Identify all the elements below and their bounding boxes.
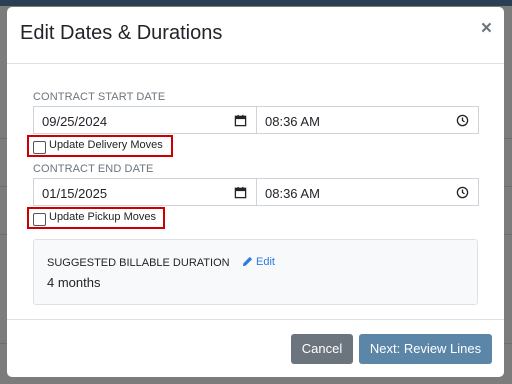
update-pickup-moves-checkbox[interactable] [33,213,46,226]
edit-dates-modal: Edit Dates & Durations × CONTRACT START … [7,7,504,377]
close-button[interactable]: × [481,19,492,39]
pencil-icon [242,256,253,267]
contract-end-date-input[interactable]: 01/15/2025 [33,178,257,206]
cancel-button[interactable]: Cancel [291,334,353,364]
contract-end-label: CONTRACT END DATE [33,163,154,175]
modal-header: Edit Dates & Durations × [7,7,504,64]
update-pickup-moves-label[interactable]: Update Pickup Moves [49,211,156,223]
clock-icon[interactable] [456,186,469,199]
billable-duration-label: SUGGESTED BILLABLE DURATION [47,257,230,269]
billable-duration-value: 4 months [47,275,101,290]
background-topbar [0,0,512,6]
contract-start-time-value: 08:36 AM [265,114,320,129]
contract-start-date-input[interactable]: 09/25/2024 [33,106,257,134]
contract-start-time-input[interactable]: 08:36 AM [256,106,479,134]
edit-duration-label[interactable]: Edit [256,256,275,268]
contract-end-time-input[interactable]: 08:36 AM [256,178,479,206]
contract-end-date-value: 01/15/2025 [42,186,108,201]
modal-title: Edit Dates & Durations [20,22,223,44]
billable-duration-panel: SUGGESTED BILLABLE DURATION Edit 4 month… [33,239,478,305]
modal-footer: Cancel Next: Review Lines [7,319,504,377]
contract-start-date-value: 09/25/2024 [42,114,108,129]
update-delivery-moves-checkbox[interactable] [33,141,46,154]
contract-start-label: CONTRACT START DATE [33,91,166,103]
calendar-icon[interactable] [234,114,247,127]
contract-end-time-value: 08:36 AM [265,186,320,201]
clock-icon[interactable] [456,114,469,127]
update-delivery-moves-toggle[interactable]: Update Delivery Moves [27,135,173,157]
calendar-icon[interactable] [234,186,247,199]
update-delivery-moves-label[interactable]: Update Delivery Moves [49,139,163,151]
update-pickup-moves-toggle[interactable]: Update Pickup Moves [27,207,165,229]
edit-duration-link[interactable]: Edit [242,256,275,268]
next-review-lines-button[interactable]: Next: Review Lines [359,334,492,364]
